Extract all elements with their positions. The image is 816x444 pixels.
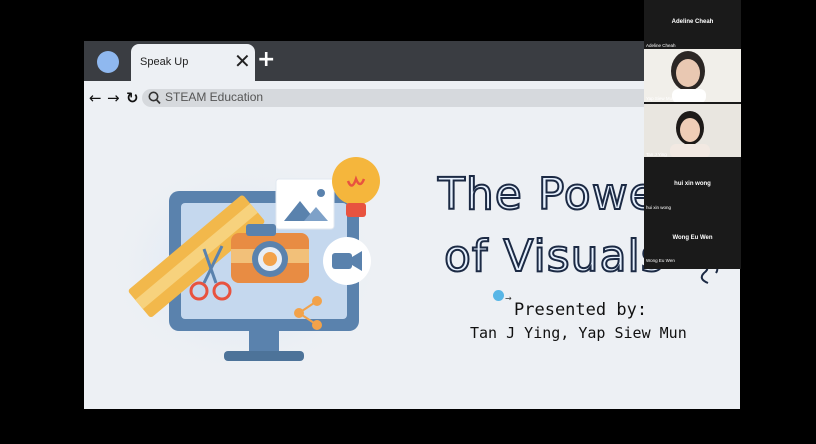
participant-tag: Yap Siew Mun: [646, 96, 675, 101]
photo-card: [275, 178, 335, 230]
participant-tile[interactable]: hui xin wong hui xin wong: [644, 158, 741, 211]
presented-by-label: Presented by:: [514, 300, 648, 320]
back-arrow-icon[interactable]: ←: [89, 89, 102, 107]
participant-tag: Adeline Cheah: [646, 43, 676, 48]
shared-screen: Speak Up ✕ + ← → ↻ STEAM Education The P…: [84, 41, 740, 409]
presenter-names: Tan J Ying, Yap Siew Mun: [470, 324, 687, 342]
participant-name: hui xin wong: [674, 181, 711, 187]
address-text: STEAM Education: [165, 90, 264, 104]
navigation-bar: ← → ↻ STEAM Education: [84, 89, 740, 107]
participant-tile[interactable]: Tan J Ying: [644, 104, 741, 157]
reload-icon[interactable]: ↻: [126, 89, 139, 107]
pointer-cursor: [493, 290, 504, 301]
search-icon: [148, 91, 161, 105]
participant-tile[interactable]: Wong Eu Wen Wong Eu Wen: [644, 212, 741, 265]
participant-tag: Tan J Ying: [646, 152, 667, 157]
participant-video: [644, 49, 741, 102]
visuals-illustration: [104, 156, 384, 376]
participant-name: Adeline Cheah: [671, 19, 714, 25]
participant-name: Wong Eu Wen: [672, 235, 713, 241]
slide-title-line-2: of Visuals: [443, 230, 665, 283]
profile-avatar[interactable]: [97, 51, 119, 73]
forward-arrow-icon[interactable]: →: [107, 89, 120, 107]
close-icon[interactable]: ✕: [234, 51, 251, 71]
new-tab-icon[interactable]: +: [257, 49, 275, 71]
tab-speak-up[interactable]: Speak Up ✕: [131, 44, 255, 82]
browser-tab-bar: Speak Up ✕ +: [84, 41, 740, 82]
participant-panel: Adeline Cheah Adeline Cheah Yap Siew Mun…: [644, 0, 741, 269]
participant-tag: hui xin wong: [646, 205, 672, 210]
monitor-base: [224, 351, 304, 361]
cursor-arrow: →: [505, 294, 512, 303]
participant-tile[interactable]: Adeline Cheah Yap Siew Mun: [644, 43, 741, 102]
participant-video: [644, 104, 741, 157]
tab-label: Speak Up: [140, 56, 189, 68]
slide-title-line-1: The Powe: [437, 168, 657, 221]
participant-tag: Wong Eu Wen: [646, 258, 675, 263]
